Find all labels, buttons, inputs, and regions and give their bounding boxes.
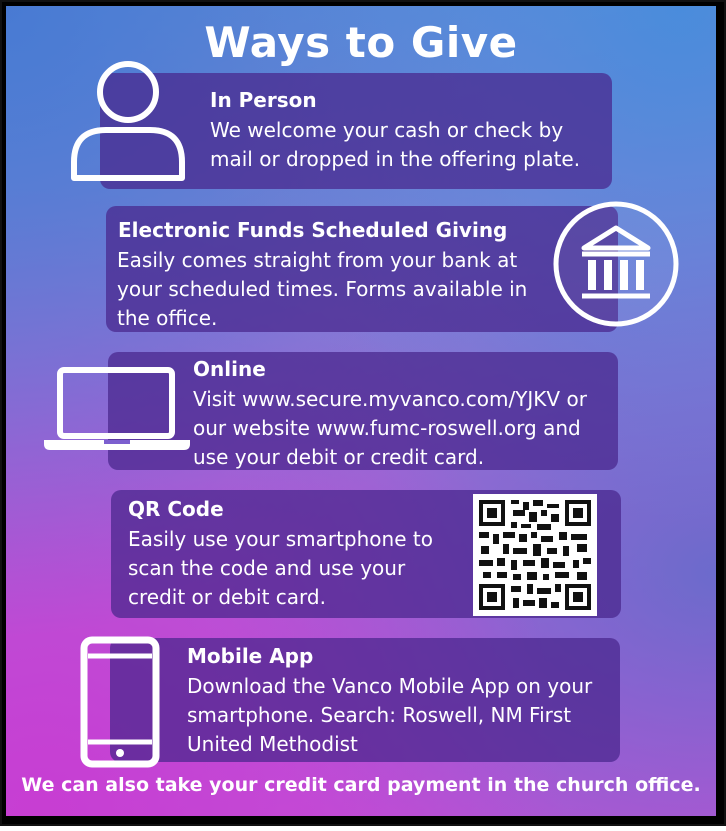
- qr-code-text: Easily use your smartphone to scan the c…: [128, 527, 433, 609]
- bank-icon: [553, 201, 679, 327]
- online-text: Visit www.secure.myvanco.com/YJKV or our…: [193, 387, 587, 469]
- in-person-text: We welcome your cash or check by mail or…: [210, 118, 581, 171]
- person-icon: [71, 61, 185, 181]
- online-heading: Online: [193, 357, 266, 381]
- qr-code-heading: QR Code: [128, 497, 224, 521]
- mobile-app-text: Download the Vanco Mobile App on your sm…: [187, 674, 593, 756]
- qr-code-icon: [473, 494, 597, 616]
- electronic-funds-heading: Electronic Funds Scheduled Giving: [118, 218, 508, 242]
- in-person-heading: In Person: [210, 88, 317, 112]
- footer-note: We can also take your credit card paymen…: [21, 774, 701, 796]
- ways-to-give-poster: Ways to Give In Person We welcome your c…: [6, 6, 716, 816]
- mobile-app-heading: Mobile App: [187, 644, 314, 668]
- laptop-icon: [44, 367, 190, 450]
- smartphone-icon: [80, 636, 160, 768]
- electronic-funds-text: Easily comes straight from your bank at …: [117, 248, 528, 330]
